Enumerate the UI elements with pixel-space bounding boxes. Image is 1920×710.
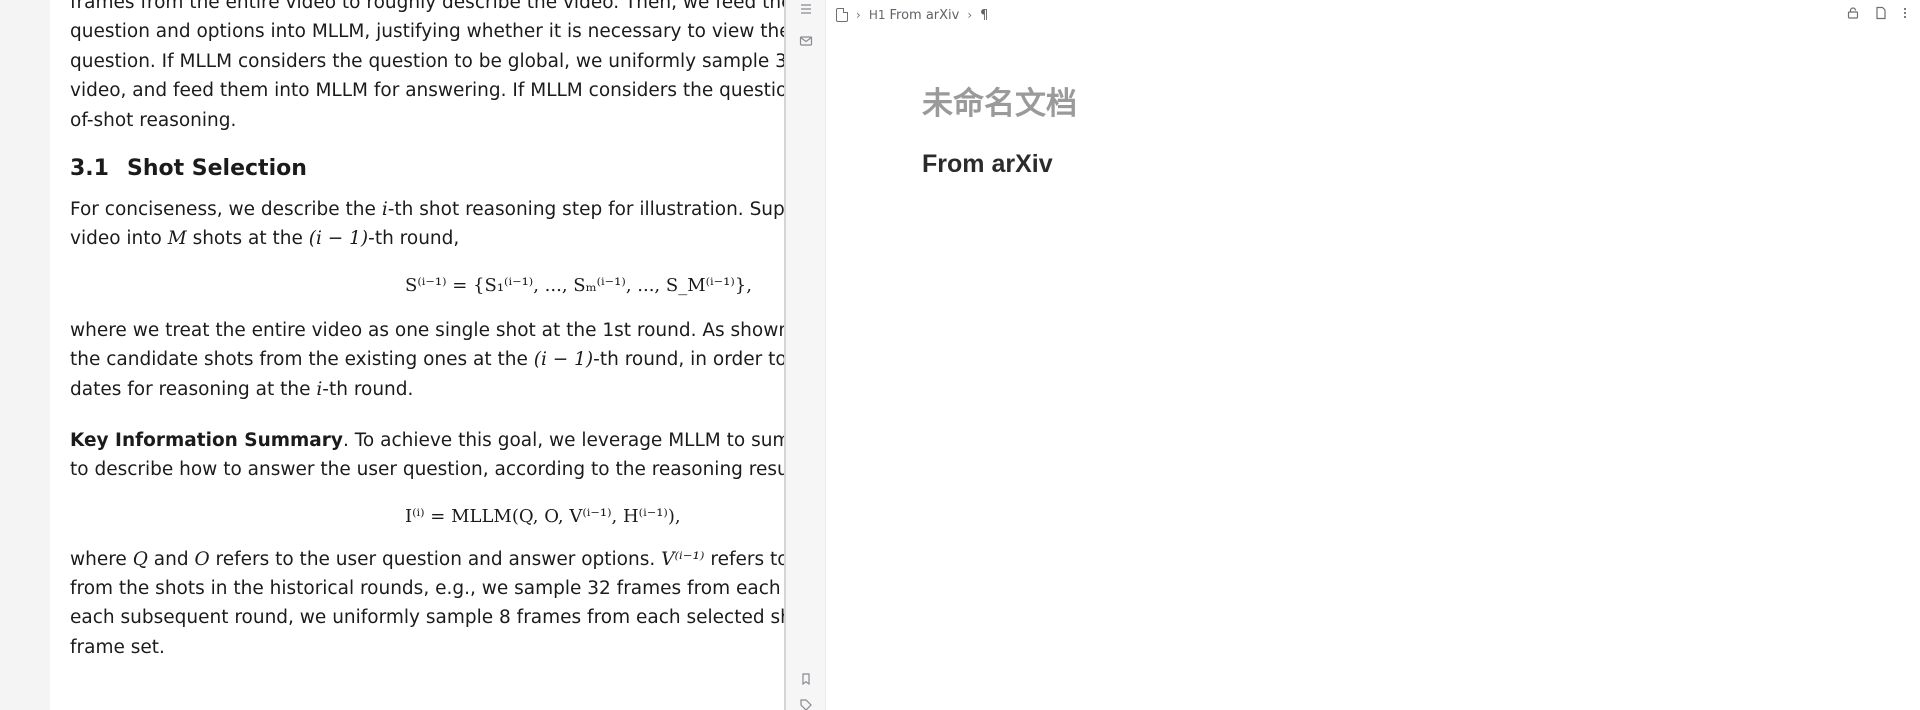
math-symbol: O: [194, 548, 210, 570]
breadcrumb-heading[interactable]: From arXiv: [889, 8, 959, 23]
math-symbol: (i − 1): [308, 228, 369, 250]
text-span: where we treat the entire video as one s…: [70, 319, 784, 341]
paragraph-intro: frames from the entire video to roughly …: [70, 0, 784, 135]
pdf-viewer[interactable]: frames from the entire video to roughly …: [50, 0, 784, 710]
text-span: video into: [70, 228, 168, 250]
editor-top-actions: [1846, 6, 1908, 24]
lock-icon[interactable]: [1846, 6, 1860, 24]
text-span: -th round.: [322, 378, 414, 400]
math-symbol: V⁽ⁱ⁻¹⁾: [661, 548, 705, 570]
heading-1[interactable]: From arXiv: [922, 150, 1053, 179]
text-span: For conciseness, we describe the: [70, 198, 382, 220]
pdf-gutter: [0, 0, 50, 710]
text-line: question. If MLLM considers the question…: [70, 50, 784, 72]
tag-icon[interactable]: [798, 698, 814, 710]
equation-summary: I⁽ⁱ⁾ = MLLM(Q, O, V⁽ⁱ⁻¹⁾, H⁽ⁱ⁻¹⁾),: [70, 495, 784, 539]
text-line: to describe how to answer the user quest…: [70, 459, 784, 481]
chevron-right-icon: ›: [967, 8, 973, 22]
text-span: -th round, in order to furthe: [593, 349, 784, 371]
equation-shot-set: S⁽ⁱ⁻¹⁾ = {S₁⁽ⁱ⁻¹⁾, ..., Sₘ⁽ⁱ⁻¹⁾, ..., S_…: [70, 264, 784, 308]
text-line: the candidate shots from the existing on…: [70, 345, 784, 374]
text-span: -th round,: [368, 228, 460, 250]
text-span: -th shot reasoning step for illustration…: [387, 198, 784, 220]
text-line: video into M shots at the (i − 1)-th rou…: [70, 224, 784, 253]
note-editor[interactable]: › H1 From arXiv › ¶ 未命名文档 From arXiv: [826, 0, 1920, 710]
text-line: each subsequent round, we uniformly samp…: [70, 607, 784, 629]
breadcrumb-paragraph[interactable]: ¶: [980, 8, 988, 23]
bold-term: Key Information Summary: [70, 429, 343, 451]
text-line: video, and feed them into MLLM for answe…: [70, 80, 784, 102]
document-icon[interactable]: [836, 8, 848, 22]
section-title: Shot Selection: [126, 155, 307, 181]
text-span: where: [70, 548, 133, 570]
text-line: question and options into MLLM, justifyi…: [70, 21, 784, 43]
text-span: and: [147, 548, 195, 570]
bookmark-icon[interactable]: [798, 672, 814, 688]
file-icon[interactable]: [1874, 6, 1888, 24]
text-span: . To achieve this goal, we leverage MLLM…: [342, 429, 784, 451]
text-span: refers to the: [710, 548, 784, 570]
paragraph-definitions: where Q and O refers to the user questio…: [70, 545, 784, 663]
section-number: 3.1: [70, 155, 109, 181]
text-line: dates for reasoning at the i-th round.: [70, 375, 784, 404]
math-symbol: (i − 1): [533, 349, 594, 371]
text-span: dates for reasoning at the: [70, 378, 317, 400]
equation-text: I⁽ⁱ⁾ = MLLM(Q, O, V⁽ⁱ⁻¹⁾, H⁽ⁱ⁻¹⁾),: [405, 505, 681, 527]
text-span: the candidate shots from the existing on…: [70, 349, 534, 371]
section-heading: 3.1 Shot Selection: [70, 153, 784, 185]
editor-side-toolbar: [786, 0, 826, 710]
document-title[interactable]: 未命名文档: [922, 78, 1077, 123]
text-span: refers to the user question and answer o…: [209, 548, 662, 570]
text-line: from the shots in the historical rounds,…: [70, 578, 784, 600]
math-symbol: Q: [132, 548, 148, 570]
mail-icon[interactable]: [798, 34, 814, 50]
text-line: For conciseness, we describe the i-th sh…: [70, 195, 784, 224]
paragraph-key-information: Key Information Summary. To achieve this…: [70, 426, 784, 485]
chevron-right-icon: ›: [856, 8, 861, 22]
text-line: where we treat the entire video as one s…: [70, 316, 784, 345]
pdf-page-content: frames from the entire video to roughly …: [70, 0, 784, 662]
text-line: where Q and O refers to the user questio…: [70, 545, 784, 574]
heading-level-tag: H1: [868, 8, 886, 22]
paragraph-candidate-shots: where we treat the entire video as one s…: [70, 316, 784, 404]
text-line: Key Information Summary. To achieve this…: [70, 426, 784, 455]
text-span: shots at the: [186, 228, 309, 250]
text-line: frames from the entire video to roughly …: [70, 0, 784, 13]
paragraph-shot-definition: For conciseness, we describe the i-th sh…: [70, 195, 784, 254]
text-line: of-shot reasoning.: [70, 109, 237, 131]
more-options-icon[interactable]: [1902, 6, 1908, 24]
outline-icon[interactable]: [798, 2, 814, 18]
math-symbol: M: [167, 228, 187, 250]
text-line: frame set.: [70, 636, 165, 658]
breadcrumb: › H1 From arXiv › ¶: [836, 4, 988, 26]
equation-text: S⁽ⁱ⁻¹⁾ = {S₁⁽ⁱ⁻¹⁾, ..., Sₘ⁽ⁱ⁻¹⁾, ..., S_…: [405, 274, 752, 296]
